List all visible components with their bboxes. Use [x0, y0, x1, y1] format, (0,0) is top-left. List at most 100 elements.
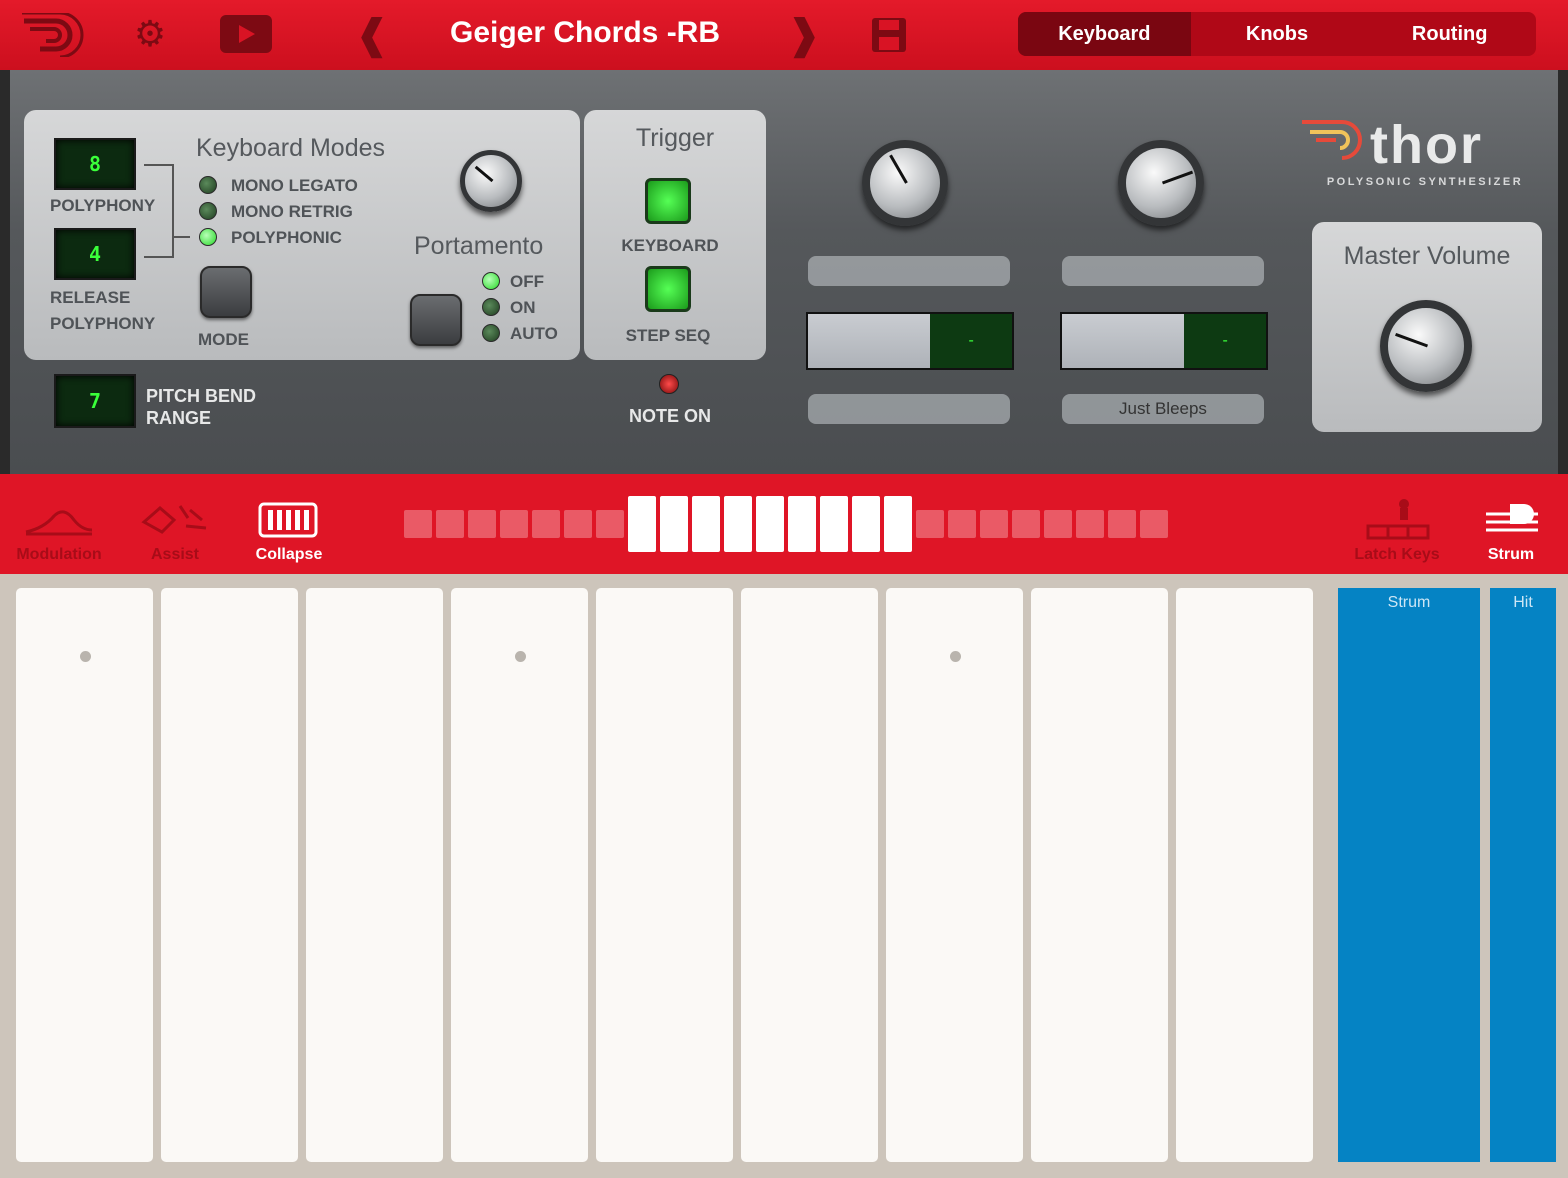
- pitch-bend-label: PITCH BEND: [146, 386, 257, 406]
- strum-icon[interactable]: [1484, 500, 1540, 540]
- assign-selector-1-window: [808, 314, 931, 368]
- play-video-icon[interactable]: [220, 14, 272, 54]
- keyboard-modes-title: Keyboard Modes: [196, 134, 386, 162]
- mini-key[interactable]: [468, 510, 496, 538]
- mode-label-mono-legato: MONO LEGATO: [231, 176, 358, 195]
- assign-knob-2[interactable]: [1118, 140, 1204, 226]
- chord-pad-7[interactable]: [886, 588, 1023, 1162]
- trigger-stepseq-label: STEP SEQ: [625, 326, 711, 345]
- portamento-title: Portamento: [414, 232, 544, 260]
- gear-icon[interactable]: ⚙: [128, 12, 172, 56]
- mode-led-mono-retrig: [199, 202, 217, 220]
- mini-key[interactable]: [532, 510, 560, 538]
- mini-key[interactable]: [436, 510, 464, 538]
- mini-key[interactable]: [980, 510, 1008, 538]
- portamento-label-on: ON: [510, 298, 536, 317]
- assign-selector-1-value: -: [930, 314, 1012, 368]
- assign-selector-2-window: [1062, 314, 1185, 368]
- mini-key[interactable]: [1140, 510, 1168, 538]
- portamento-led-off: [482, 272, 500, 290]
- tab-routing[interactable]: Routing: [1363, 12, 1536, 56]
- assist-label[interactable]: Assist: [120, 546, 230, 564]
- chord-pad-3[interactable]: [306, 588, 443, 1162]
- assign-label-slot-2[interactable]: [1062, 256, 1264, 286]
- preset-name[interactable]: Geiger Chords -RB: [420, 10, 750, 56]
- tab-knobs[interactable]: Knobs: [1191, 12, 1364, 56]
- trigger-stepseq-button[interactable]: [645, 266, 691, 312]
- master-volume-knob[interactable]: [1380, 300, 1472, 392]
- mini-key[interactable]: [500, 510, 528, 538]
- mini-key[interactable]: [948, 510, 976, 538]
- pitch-bend-display[interactable]: 7: [54, 374, 136, 428]
- trigger-keyboard-label: KEYBOARD: [621, 236, 719, 255]
- mini-key[interactable]: [1044, 510, 1072, 538]
- mini-key[interactable]: [564, 510, 592, 538]
- chord-pad-5[interactable]: [596, 588, 733, 1162]
- view-tabs: Keyboard Knobs Routing: [1018, 12, 1536, 56]
- trigger-keyboard-button[interactable]: [645, 178, 691, 224]
- mini-key-selected[interactable]: [660, 496, 688, 552]
- hit-pad[interactable]: Hit: [1490, 588, 1556, 1162]
- portamento-label-off: OFF: [510, 272, 544, 291]
- mini-key[interactable]: [916, 510, 944, 538]
- mini-key-selected[interactable]: [788, 496, 816, 552]
- reason-logo-icon[interactable]: [18, 10, 86, 60]
- latch-keys-icon[interactable]: [1366, 496, 1430, 540]
- brand-subtitle: POLYSONIC SYNTHESIZER: [1326, 176, 1524, 188]
- mini-key-selected[interactable]: [724, 496, 752, 552]
- chord-pad-1[interactable]: [16, 588, 153, 1162]
- assign-label-slot-1[interactable]: [808, 256, 1010, 286]
- chord-pad-9[interactable]: [1176, 588, 1313, 1162]
- pad-marker-dot: [514, 651, 526, 662]
- collapse-label[interactable]: Collapse: [234, 546, 344, 564]
- portamento-label-auto: AUTO: [510, 324, 558, 343]
- assign-bottom-slot-1[interactable]: [808, 394, 1010, 424]
- assign-selector-2[interactable]: -: [1060, 312, 1268, 370]
- release-label: RELEASE: [50, 288, 131, 307]
- assign-selector-2-value: -: [1184, 314, 1266, 368]
- modulation-label[interactable]: Modulation: [4, 546, 114, 564]
- mode-label: MODE: [198, 330, 249, 349]
- chord-pad-2[interactable]: [161, 588, 298, 1162]
- chord-pad-8[interactable]: [1031, 588, 1168, 1162]
- assign-knob-1[interactable]: [862, 140, 948, 226]
- mini-key[interactable]: [1076, 510, 1104, 538]
- save-icon[interactable]: [868, 14, 910, 56]
- pad-marker-dot: [79, 651, 91, 662]
- mini-key[interactable]: [404, 510, 432, 538]
- portamento-knob[interactable]: [460, 150, 522, 212]
- polyphony-display[interactable]: 8: [54, 138, 136, 190]
- mode-label-polyphonic: POLYPHONIC: [231, 228, 342, 247]
- portamento-button[interactable]: [410, 294, 462, 346]
- mini-key-selected[interactable]: [756, 496, 784, 552]
- mini-key-selected[interactable]: [692, 496, 720, 552]
- mini-key-selected[interactable]: [820, 496, 848, 552]
- previous-preset-button[interactable]: ❰: [352, 10, 392, 60]
- mode-led-polyphonic: [199, 228, 217, 246]
- mode-label-mono-retrig: MONO RETRIG: [231, 202, 353, 221]
- tab-keyboard[interactable]: Keyboard: [1018, 12, 1191, 56]
- strum-label[interactable]: Strum: [1456, 546, 1566, 564]
- assign-bottom-slot-2[interactable]: Just Bleeps: [1062, 394, 1264, 424]
- mini-key-selected[interactable]: [852, 496, 880, 552]
- strum-pad[interactable]: Strum: [1338, 588, 1480, 1162]
- next-preset-button[interactable]: ❱: [784, 10, 824, 60]
- pitch-bend-range-label: RANGE: [146, 408, 212, 428]
- master-volume-title: Master Volume: [1343, 242, 1511, 270]
- release-polyphony-display[interactable]: 4: [54, 228, 136, 280]
- latch-keys-label[interactable]: Latch Keys: [1342, 546, 1452, 564]
- mini-key[interactable]: [1108, 510, 1136, 538]
- bracket-tick: [174, 236, 190, 238]
- chord-pad-6[interactable]: [741, 588, 878, 1162]
- mini-key-selected[interactable]: [884, 496, 912, 552]
- collapse-icon[interactable]: [258, 502, 318, 538]
- mini-key-selected[interactable]: [628, 496, 656, 552]
- mini-key[interactable]: [596, 510, 624, 538]
- octave-range-selector[interactable]: [404, 496, 1168, 552]
- assign-selector-1[interactable]: -: [806, 312, 1014, 370]
- mini-key[interactable]: [1012, 510, 1040, 538]
- modulation-icon[interactable]: [24, 506, 94, 536]
- chord-pad-4[interactable]: [451, 588, 588, 1162]
- assist-icon[interactable]: [140, 500, 210, 536]
- mode-button[interactable]: [200, 266, 252, 318]
